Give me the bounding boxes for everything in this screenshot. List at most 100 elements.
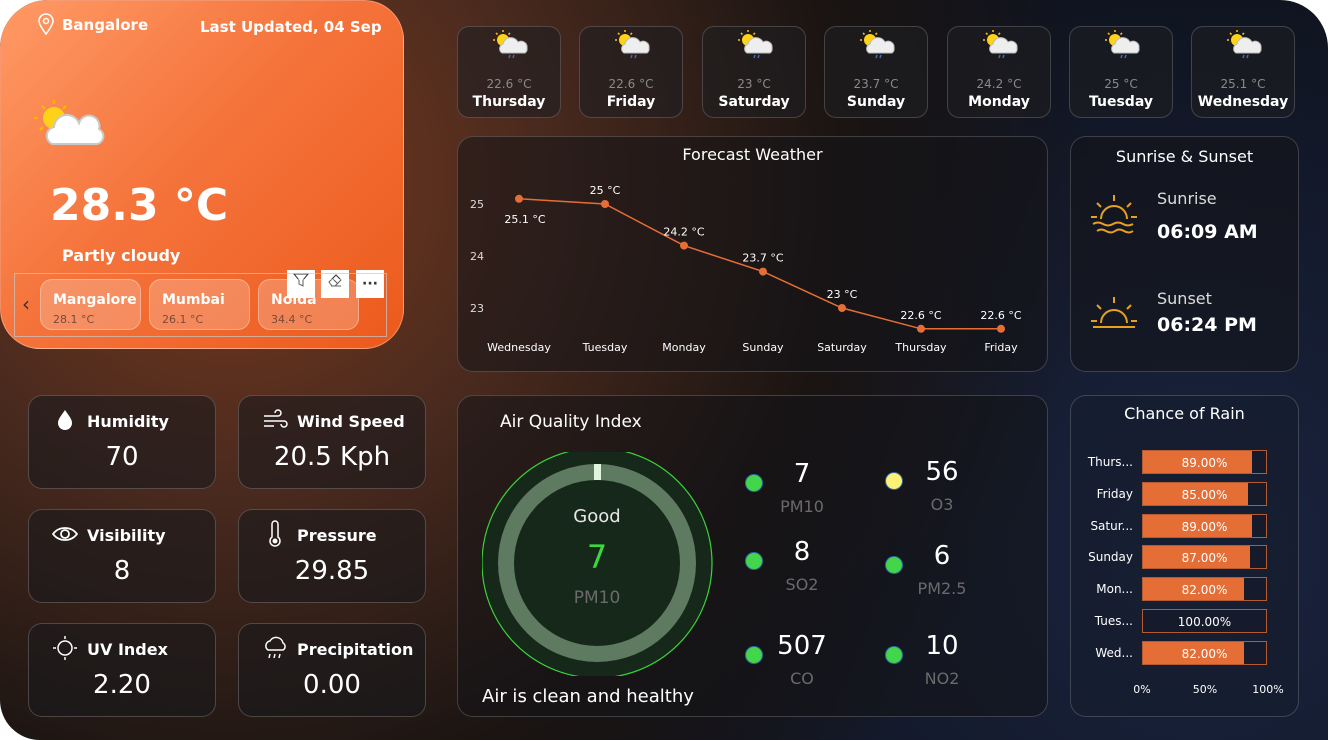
aqi-status-dot xyxy=(885,472,903,490)
rain-bar[interactable]: 82.00% xyxy=(1142,640,1267,665)
day-temp: 24.2 °C xyxy=(976,77,1022,91)
bar-category-label: Sunday xyxy=(1088,550,1133,565)
bar-value-label: 89.00% xyxy=(1181,456,1228,470)
rain-bar[interactable]: 100.00% xyxy=(1142,609,1267,633)
data-point[interactable] xyxy=(759,267,767,276)
bar-category-label: Friday xyxy=(1096,486,1133,501)
x-tick-label: Friday xyxy=(984,341,1018,354)
data-point[interactable] xyxy=(838,304,846,312)
data-point[interactable] xyxy=(917,324,925,333)
forecast-day-card: 22.6 °C Thursday xyxy=(457,26,561,118)
x-tick-label: Saturday xyxy=(817,341,867,354)
last-updated: Last Updated, 04 Sep xyxy=(200,18,382,36)
thermometer-icon xyxy=(269,520,281,547)
x-tick-label: Wednesday xyxy=(487,341,551,354)
city-button-noida[interactable]: Noida 34.4 °C xyxy=(258,279,359,330)
aqi-item-value: 6 xyxy=(933,541,951,571)
stat-label: Humidity xyxy=(87,412,169,431)
city-temp: 26.1 °C xyxy=(162,313,204,326)
data-point[interactable] xyxy=(997,324,1005,333)
humidity-card: Humidity 70 xyxy=(28,395,216,489)
uv-index-card: UV Index 2.20 xyxy=(28,623,216,717)
rain-bar[interactable]: 89.00% xyxy=(1142,450,1267,474)
sunrise-label: Sunrise xyxy=(1157,189,1217,208)
forecast-day-card: 25.1 °C Wednesday xyxy=(1191,26,1295,118)
city-temp: 28.1 °C xyxy=(53,313,95,326)
weather-condition: Partly cloudy xyxy=(62,246,181,265)
aqi-status: Good xyxy=(573,506,621,527)
data-label: 22.6 °C xyxy=(900,309,941,322)
rain-cloud-sun-icon xyxy=(493,30,528,59)
bar-value-label: 82.00% xyxy=(1181,583,1228,598)
chart-title: Chance of Rain xyxy=(1124,404,1245,423)
aqi-item-label: SO2 xyxy=(785,575,819,594)
panel-title: Air Quality Index xyxy=(500,412,642,432)
data-point[interactable] xyxy=(515,194,523,203)
day-name: Thursday xyxy=(472,94,546,110)
data-label: 24.2 °C xyxy=(663,226,704,239)
rain-bar[interactable]: 85.00% xyxy=(1142,481,1267,506)
y-tick-label: 24 xyxy=(470,250,484,263)
rain-cloud-sun-icon xyxy=(615,30,650,59)
forecast-day-card: 23 °C Saturday xyxy=(702,26,806,118)
current-temperature: 28.3 °C xyxy=(50,180,229,231)
x-tick-label: Sunday xyxy=(742,341,784,354)
day-temp: 23 °C xyxy=(737,77,771,91)
day-name: Saturday xyxy=(718,94,790,110)
rain-cloud-sun-icon xyxy=(983,30,1018,59)
partly-cloudy-icon xyxy=(34,100,105,145)
aqi-status-dot xyxy=(885,556,903,574)
sunrise-icon xyxy=(1091,195,1137,234)
bar-category-label: Wed... xyxy=(1095,645,1133,660)
precipitation-card: Precipitation 0.00 xyxy=(238,623,426,717)
aqi-message: Air is clean and healthy xyxy=(482,686,694,707)
stat-value: 29.85 xyxy=(294,556,370,586)
bar-category-label: Tues... xyxy=(1094,614,1133,628)
x-tick-label: 50% xyxy=(1192,683,1218,696)
data-point[interactable] xyxy=(601,200,609,208)
stat-label: Pressure xyxy=(297,526,377,545)
rain-bar[interactable]: 89.00% xyxy=(1142,513,1267,538)
rain-bar[interactable]: 87.00% xyxy=(1142,545,1267,570)
rain-cloud-sun-icon xyxy=(1105,30,1140,59)
aqi-item-value: 507 xyxy=(777,631,827,661)
wind-icon xyxy=(264,409,288,428)
stat-value: 20.5 Kph xyxy=(273,442,391,472)
rain-cloud-icon xyxy=(265,636,286,659)
city-button-mumbai[interactable]: Mumbai 26.1 °C xyxy=(149,279,250,330)
day-temp: 22.6 °C xyxy=(608,77,654,91)
data-label: 23 °C xyxy=(827,288,858,301)
stat-value: 0.00 xyxy=(303,670,361,700)
city-name: Noida xyxy=(271,292,317,308)
forecast-day-card: 23.7 °C Sunday xyxy=(824,26,928,118)
day-temp: 25.1 °C xyxy=(1220,77,1266,91)
bar-value-label: 100.00% xyxy=(1177,615,1232,629)
day-name: Tuesday xyxy=(1089,94,1153,110)
bar-category-label: Thurs... xyxy=(1087,455,1133,469)
pressure-card: Pressure 29.85 xyxy=(238,509,426,603)
bar-category-label: Mon... xyxy=(1096,582,1133,597)
y-tick-label: 25 xyxy=(470,198,484,211)
forecast-chart-panel: Forecast Weather 23 24 25 25.1 °C Wednesday 2… xyxy=(457,136,1048,372)
data-label: 25 °C xyxy=(590,184,621,197)
data-point[interactable] xyxy=(680,241,688,250)
wind-speed-card: Wind Speed 20.5 Kph xyxy=(238,395,426,489)
day-temp: 23.7 °C xyxy=(853,77,899,91)
air-quality-panel: Air Quality Index Good 7 PM10 Air is cle… xyxy=(457,395,1048,717)
aqi-item-label: CO xyxy=(790,669,814,688)
droplet-icon xyxy=(58,410,72,430)
current-weather-card: Bangalore Last Updated, 04 Sep 28.3 °C P… xyxy=(0,0,404,349)
aqi-status-dot xyxy=(745,646,763,664)
aqi-item-label: O3 xyxy=(930,495,954,514)
stat-label: Wind Speed xyxy=(297,412,405,431)
aqi-item-label: NO2 xyxy=(924,669,960,688)
rain-bar[interactable]: 82.00% xyxy=(1142,577,1267,602)
stat-label: Precipitation xyxy=(297,640,414,659)
city-button-mangalore[interactable]: Mangalore 28.1 °C xyxy=(40,279,141,330)
forecast-line-chart: 23 24 25 25.1 °C Wednesday 25 °C Tuesday 24.2 °… xyxy=(470,184,1022,354)
aqi-pollutant: PM10 xyxy=(573,588,621,608)
bar-value-label: 87.00% xyxy=(1181,551,1228,566)
rain-cloud-sun-icon xyxy=(1227,30,1262,59)
day-temp: 22.6 °C xyxy=(486,77,532,91)
scroll-left-icon[interactable]: ‹ xyxy=(22,292,30,316)
